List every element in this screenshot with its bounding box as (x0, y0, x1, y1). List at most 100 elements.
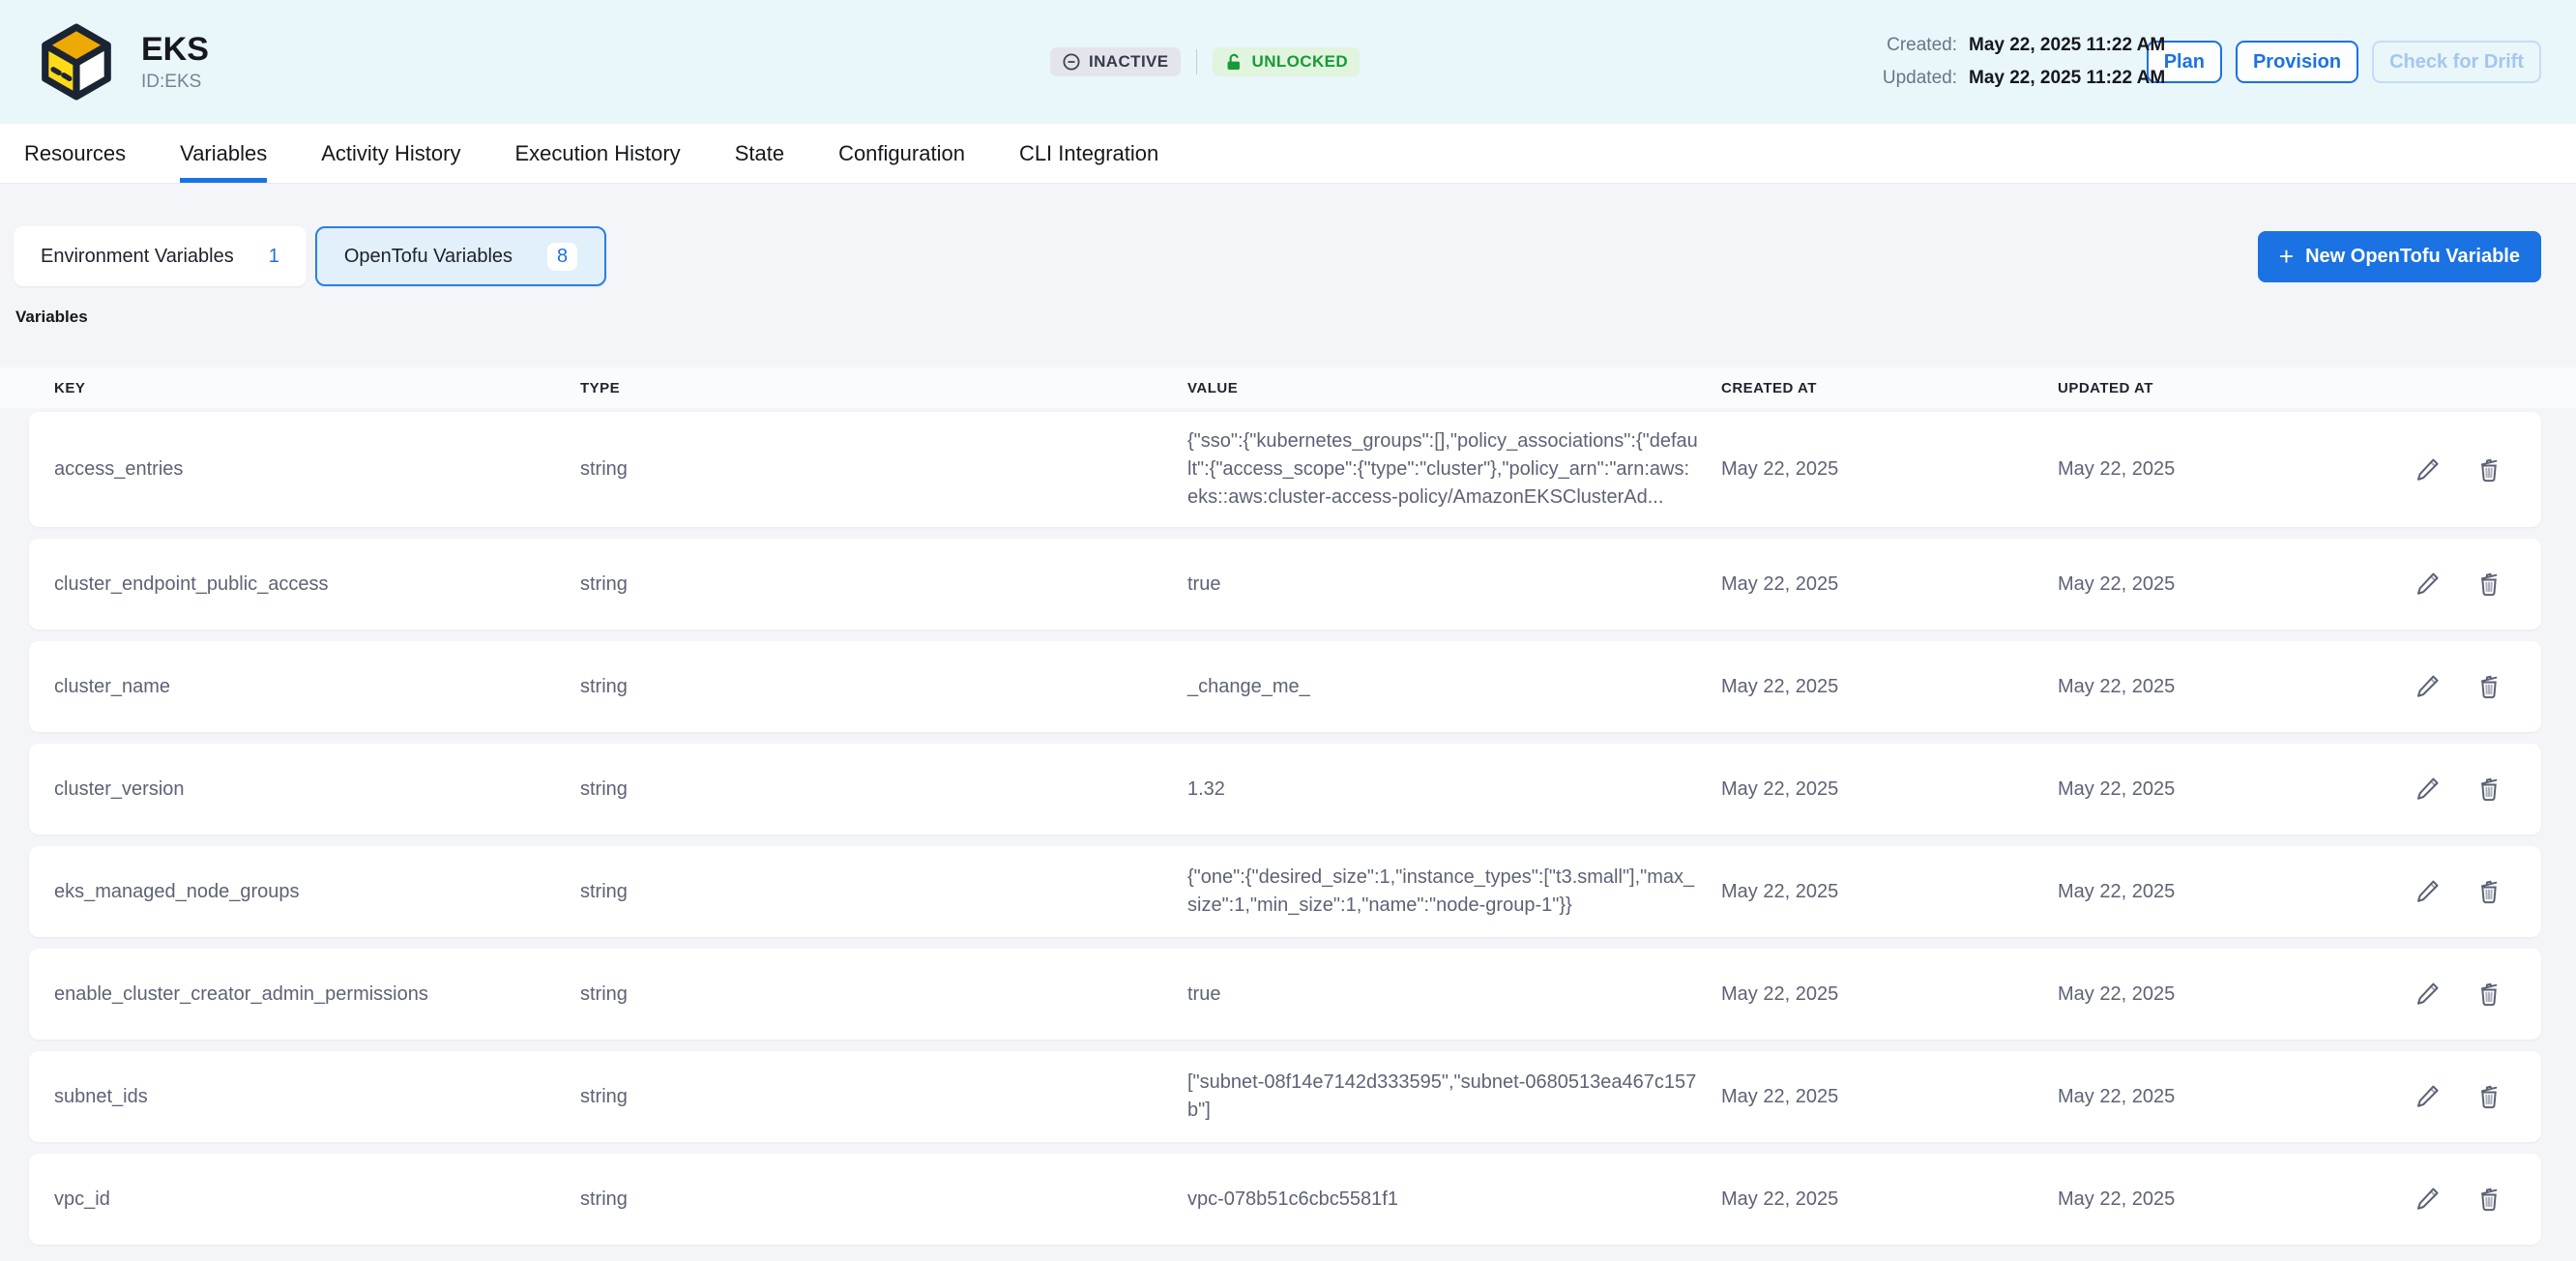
edit-variable-button[interactable] (2412, 1182, 2446, 1217)
pencil-icon (2414, 671, 2444, 702)
tab-resources[interactable]: Resources (24, 124, 126, 183)
subtab-label: OpenTofu Variables (344, 246, 512, 268)
variable-key: cluster_name (54, 673, 580, 701)
variable-updated-at: May 22, 2025 (2058, 673, 2377, 701)
table-row: cluster_version string 1.32 May 22, 2025… (29, 744, 2541, 835)
subtab-environment-variables[interactable]: Environment Variables 1 (14, 226, 307, 286)
tab-configuration[interactable]: Configuration (838, 124, 965, 183)
table-row: enable_cluster_creator_admin_permissions… (29, 949, 2541, 1040)
workspace-tabbar: Resources Variables Activity History Exe… (0, 124, 2576, 184)
delete-variable-button[interactable] (2472, 669, 2506, 704)
delete-variable-button[interactable] (2472, 1079, 2506, 1114)
edit-variable-button[interactable] (2412, 874, 2446, 909)
pencil-icon (2414, 569, 2444, 600)
variable-type: string (580, 878, 1187, 906)
pencil-icon (2414, 774, 2444, 805)
pencil-icon (2414, 979, 2444, 1010)
variable-key: eks_managed_node_groups (54, 878, 580, 906)
variables-section-title: Variables (15, 308, 2576, 327)
variable-value: _change_me_ (1187, 673, 1721, 701)
updated-meta: Updated: May 22, 2025 11:22 AM (1874, 68, 2165, 89)
page-title: EKS (141, 31, 209, 69)
badge-divider (1196, 49, 1197, 74)
trash-icon (2474, 1081, 2504, 1112)
subtab-count-badge: 1 (269, 246, 279, 268)
variable-updated-at: May 22, 2025 (2058, 981, 2377, 1009)
delete-variable-button[interactable] (2472, 1182, 2506, 1217)
variable-key: enable_cluster_creator_admin_permissions (54, 981, 580, 1009)
tab-state[interactable]: State (735, 124, 784, 183)
column-header-type: TYPE (580, 380, 1187, 396)
trash-icon (2474, 569, 2504, 600)
variable-type: string (580, 1083, 1187, 1111)
table-row: cluster_name string _change_me_ May 22, … (29, 641, 2541, 732)
row-actions (2377, 453, 2506, 487)
provision-button[interactable]: Provision (2236, 41, 2358, 83)
edit-variable-button[interactable] (2412, 977, 2446, 1012)
tab-variables[interactable]: Variables (180, 124, 267, 183)
variable-updated-at: May 22, 2025 (2058, 878, 2377, 906)
status-badge-label: INACTIVE (1089, 52, 1169, 72)
variable-value: {"one":{"desired_size":1,"instance_types… (1187, 864, 1721, 920)
tab-activity-history[interactable]: Activity History (321, 124, 460, 183)
new-variable-label: New OpenTofu Variable (2305, 246, 2520, 268)
edit-variable-button[interactable] (2412, 1079, 2446, 1114)
edit-variable-button[interactable] (2412, 567, 2446, 601)
column-header-created-at: CREATED AT (1721, 380, 2058, 396)
workspace-brand: EKS ID:EKS (35, 20, 209, 103)
row-actions (2377, 567, 2506, 601)
variable-type: string (580, 981, 1187, 1009)
variable-value: 1.32 (1187, 776, 1721, 804)
variable-updated-at: May 22, 2025 (2058, 1186, 2377, 1214)
subtab-label: Environment Variables (41, 246, 234, 268)
updated-value: May 22, 2025 11:22 AM (1969, 68, 2165, 89)
variable-key: subnet_ids (54, 1083, 580, 1111)
lock-badge-label: UNLOCKED (1252, 52, 1349, 72)
delete-variable-button[interactable] (2472, 977, 2506, 1012)
row-actions (2377, 977, 2506, 1012)
variables-table-body: access_entries string {"sso":{"kubernete… (29, 412, 2541, 1245)
created-value: May 22, 2025 11:22 AM (1969, 35, 2165, 56)
row-actions (2377, 772, 2506, 806)
trash-icon (2474, 1184, 2504, 1215)
variable-value: {"sso":{"kubernetes_groups":[],"policy_a… (1187, 427, 1721, 512)
edit-variable-button[interactable] (2412, 453, 2446, 487)
variable-updated-at: May 22, 2025 (2058, 1083, 2377, 1111)
delete-variable-button[interactable] (2472, 453, 2506, 487)
edit-variable-button[interactable] (2412, 669, 2446, 704)
row-actions (2377, 1079, 2506, 1114)
table-row: subnet_ids string ["subnet-08f14e7142d33… (29, 1051, 2541, 1142)
created-meta: Created: May 22, 2025 11:22 AM (1874, 35, 2165, 56)
check-for-drift-button[interactable]: Check for Drift (2372, 41, 2541, 83)
variable-key: cluster_version (54, 776, 580, 804)
status-badge: INACTIVE (1050, 47, 1181, 76)
variable-type: string (580, 455, 1187, 484)
variables-content: Environment Variables 1 OpenTofu Variabl… (0, 184, 2576, 1261)
tab-execution-history[interactable]: Execution History (515, 124, 681, 183)
workspace-header: EKS ID:EKS INACTIVE UNLOCKED (0, 0, 2576, 124)
variable-value: true (1187, 981, 1721, 1009)
tab-cli-integration[interactable]: CLI Integration (1019, 124, 1158, 183)
lock-status-badge: UNLOCKED (1213, 47, 1361, 76)
workspace-page: EKS ID:EKS INACTIVE UNLOCKED (0, 0, 2576, 1261)
column-header-updated-at: UPDATED AT (2058, 380, 2377, 396)
variable-value: true (1187, 571, 1721, 599)
variable-created-at: May 22, 2025 (1721, 1186, 2058, 1214)
status-badges: INACTIVE UNLOCKED (1050, 0, 1360, 124)
variable-updated-at: May 22, 2025 (2058, 571, 2377, 599)
delete-variable-button[interactable] (2472, 874, 2506, 909)
new-opentofu-variable-button[interactable]: + New OpenTofu Variable (2258, 231, 2541, 282)
subtab-opentofu-variables[interactable]: OpenTofu Variables 8 (315, 226, 606, 286)
workspace-title-block: EKS ID:EKS (141, 31, 209, 93)
variable-updated-at: May 22, 2025 (2058, 776, 2377, 804)
variable-type: string (580, 776, 1187, 804)
workspace-meta: Created: May 22, 2025 11:22 AM Updated: … (1874, 0, 2165, 124)
variable-created-at: May 22, 2025 (1721, 455, 2058, 484)
variable-key: cluster_endpoint_public_access (54, 571, 580, 599)
subtab-count-badge: 8 (547, 243, 577, 271)
variable-created-at: May 22, 2025 (1721, 776, 2058, 804)
variable-created-at: May 22, 2025 (1721, 1083, 2058, 1111)
edit-variable-button[interactable] (2412, 772, 2446, 806)
delete-variable-button[interactable] (2472, 567, 2506, 601)
delete-variable-button[interactable] (2472, 772, 2506, 806)
